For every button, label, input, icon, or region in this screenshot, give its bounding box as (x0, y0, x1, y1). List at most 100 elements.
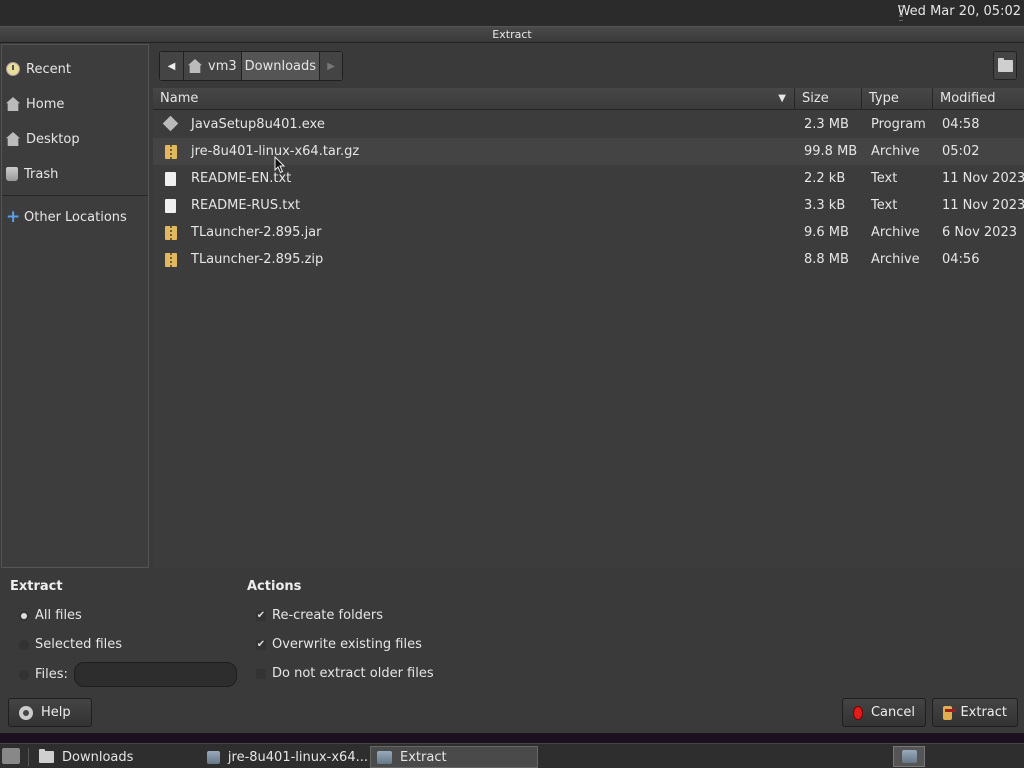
sidebar-item-trash[interactable]: Trash (6, 162, 58, 186)
help-button[interactable]: Help (8, 698, 92, 727)
home-icon (6, 97, 20, 111)
taskbar-item-label: jre-8u401-linux-x64... (227, 749, 368, 765)
button-label: Help (41, 705, 71, 720)
taskbar-separator (28, 748, 29, 766)
radio-indicator (19, 610, 29, 621)
column-header-label: Size (802, 91, 829, 106)
checkbox-checked-icon: ✔ (256, 638, 266, 650)
radio-selected-files[interactable]: Selected files (19, 637, 122, 652)
checkbox-unchecked-icon (256, 668, 266, 679)
cancel-button[interactable]: Cancel (842, 698, 926, 727)
sidebar-item-label: Trash (24, 166, 59, 182)
radio-files[interactable]: Files: (19, 667, 68, 682)
folder-icon (39, 749, 54, 763)
column-header-label: Modified (940, 91, 996, 106)
radio-indicator (19, 639, 29, 650)
file-type: Text (871, 198, 898, 213)
extract-section-title: Extract (10, 579, 63, 594)
trash-icon (6, 167, 18, 181)
extract-icon (943, 705, 957, 720)
dialog-title: Extract (0, 26, 1024, 43)
sidebar-item-other-locations[interactable]: + Other Locations (6, 205, 127, 229)
column-header-type[interactable]: Type (862, 88, 933, 110)
sidebar-item-recent[interactable]: Recent (6, 57, 71, 81)
path-segment-vm3[interactable]: vm3 (184, 52, 242, 80)
top-panel: Wed Mar 20, 05:02 (0, 0, 1024, 26)
file-modified: 6 Nov 2023 (942, 225, 1017, 240)
column-header-size[interactable]: Size (795, 88, 862, 110)
file-size: 3.3 kB (804, 198, 846, 213)
radio-label: Files: (35, 667, 68, 682)
table-row[interactable]: TLauncher-2.895.zip 8.8 MB Archive 04:56 (153, 246, 1024, 273)
taskbar-item-archive[interactable]: jre-8u401-linux-x64... (201, 746, 368, 768)
archive-manager-icon (901, 750, 917, 763)
archive-icon (165, 253, 177, 267)
tray-app-icon[interactable] (893, 746, 925, 767)
taskbar-item-label: Extract (400, 749, 447, 765)
path-segment-label: vm3 (208, 58, 237, 74)
taskbar-item-downloads[interactable]: Downloads (33, 746, 198, 768)
show-desktop-icon[interactable] (2, 748, 20, 764)
extract-options-panel: Extract All files Selected files Files: … (0, 570, 1024, 727)
file-size: 8.8 MB (804, 252, 849, 267)
recent-icon (6, 62, 20, 76)
file-list-header: Name ▼ Size Type Modified (153, 88, 1024, 110)
button-label: Extract (960, 705, 1007, 720)
radio-all-files[interactable]: All files (19, 608, 82, 623)
executable-icon (162, 115, 179, 132)
column-header-label: Type (869, 91, 899, 106)
file-type: Program (871, 117, 926, 132)
home-icon (188, 59, 202, 73)
path-back-button[interactable]: ◀ (160, 52, 184, 80)
file-modified: 04:56 (942, 252, 980, 267)
archive-manager-icon (207, 750, 220, 764)
column-header-modified[interactable]: Modified (933, 88, 1024, 110)
button-label: Cancel (870, 705, 915, 720)
plus-icon: + (6, 207, 21, 227)
file-modified: 04:58 (942, 117, 980, 132)
file-type: Archive (871, 252, 920, 267)
file-size: 99.8 MB (804, 144, 858, 159)
text-file-icon (165, 172, 176, 186)
table-row[interactable]: README-RUS.txt 3.3 kB Text 11 Nov 2023 (153, 192, 1024, 219)
text-file-icon (165, 199, 176, 213)
file-name: JavaSetup8u401.exe (191, 117, 325, 132)
radio-label: All files (35, 608, 82, 623)
clock[interactable]: Wed Mar 20, 05:02 (898, 4, 1021, 19)
checkbox-label: Overwrite existing files (272, 637, 422, 652)
taskbar: Downloads jre-8u401-linux-x64... Extract (0, 743, 1024, 768)
checkbox-recreate-folders[interactable]: ✔ Re-create folders (256, 608, 383, 623)
file-size: 2.3 MB (804, 117, 849, 132)
create-folder-button[interactable] (993, 51, 1017, 80)
mouse-pointer-icon (274, 156, 286, 174)
table-row[interactable]: JavaSetup8u401.exe 2.3 MB Program 04:58 (153, 111, 1024, 138)
column-header-label: Name (160, 91, 199, 106)
file-name: README-RUS.txt (191, 198, 301, 213)
sidebar-item-home[interactable]: Home (6, 92, 64, 116)
archive-icon (165, 226, 177, 240)
checkbox-overwrite-existing[interactable]: ✔ Overwrite existing files (256, 637, 422, 652)
sidebar-item-label: Other Locations (24, 209, 127, 225)
file-modified: 11 Nov 2023 (942, 198, 1024, 213)
sidebar-separator (2, 195, 148, 196)
file-size: 9.6 MB (804, 225, 849, 240)
new-folder-icon (997, 57, 1013, 72)
table-row[interactable]: TLauncher-2.895.jar 9.6 MB Archive 6 Nov… (153, 219, 1024, 246)
checkbox-do-not-extract-older[interactable]: Do not extract older files (256, 666, 434, 681)
path-segment-downloads[interactable]: Downloads (241, 52, 321, 80)
actions-section-title: Actions (247, 579, 302, 594)
archive-icon (165, 145, 177, 159)
files-pattern-input[interactable] (74, 662, 237, 687)
path-bar: ◀ vm3 Downloads ▶ (159, 51, 344, 81)
places-sidebar: Recent Home Desktop Trash + Other Locati… (1, 44, 149, 568)
file-name: TLauncher-2.895.jar (191, 225, 322, 240)
extract-button[interactable]: Extract (932, 698, 1018, 727)
checkbox-label: Do not extract older files (272, 666, 434, 681)
path-forward-button[interactable]: ▶ (320, 52, 343, 80)
sidebar-item-desktop[interactable]: Desktop (6, 127, 80, 151)
file-type: Archive (871, 225, 920, 240)
taskbar-item-extract[interactable]: Extract (370, 746, 538, 768)
column-header-name[interactable]: Name ▼ (153, 88, 795, 110)
checkbox-checked-icon: ✔ (256, 609, 266, 621)
sidebar-item-label: Recent (26, 61, 71, 77)
